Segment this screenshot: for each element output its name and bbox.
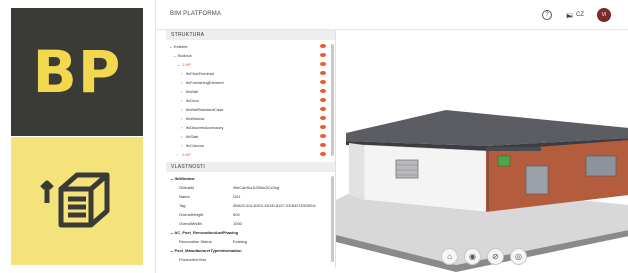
logo-dark-block: BP: [11, 8, 143, 136]
tree-item-label: Exteriér: [174, 44, 188, 49]
tree-item[interactable]: › IfcDoor: [166, 96, 328, 105]
tree-item[interactable]: › IfcDiscreteAccessory: [166, 123, 328, 132]
tree-item-label: IfcFlowTerminal: [186, 71, 214, 76]
property-group-label: IfcWindow: [174, 176, 195, 181]
visibility-eye-icon[interactable]: [320, 107, 326, 111]
property-group[interactable]: ⌄ AC_Pset_RenovationAndPhasing: [170, 228, 238, 237]
property-key: Renovation Status: [179, 239, 212, 244]
tree-item-label: IfcColumn: [186, 143, 205, 148]
selected-window[interactable]: [497, 155, 511, 167]
logo-text: BP: [32, 38, 122, 106]
tree-item[interactable]: › IfcFlowTerminal: [166, 69, 328, 78]
property-group-label: AC_Pset_RenovationAndPhasing: [174, 230, 239, 235]
user-avatar[interactable]: VI: [597, 8, 611, 22]
property-row: OverallHeight 500: [166, 210, 328, 219]
home-icon[interactable]: ⌂: [441, 248, 458, 265]
property-key: Name: [179, 194, 190, 199]
tree-item-label: 2.NP: [182, 152, 191, 157]
tree-scrollbar[interactable]: [331, 44, 334, 156]
property-key: OverallWidth: [179, 221, 202, 226]
side-panel: STRUKTURA ⌄ Exteriér ⌄ Budova ⌄ 1.NP › IfcFlowT…: [166, 30, 336, 268]
property-row: ProductionYear: [166, 255, 328, 264]
property-value: 1000: [233, 221, 242, 226]
property-group[interactable]: ⌄ Pset_ManufacturerTypeInformation: [170, 246, 242, 255]
property-value: O01: [233, 194, 241, 199]
property-group-label: Pset_ManufacturerTypeInformation: [174, 248, 242, 253]
model-viewer[interactable]: ⌂ ◉ ⊘ ◎: [336, 30, 628, 273]
tree-item[interactable]: › IfcFurnishingElement: [166, 78, 328, 87]
property-key: GlobalId: [179, 185, 194, 190]
property-row: OverallWidth 1000: [166, 219, 328, 228]
visibility-eye-icon[interactable]: [320, 116, 326, 120]
property-key: Tag: [179, 203, 186, 208]
logo-panel: BP: [0, 0, 150, 273]
property-row: GlobalId 0lleCabScrDJ05m3Cv2bg: [166, 183, 328, 192]
visibility-eye-icon[interactable]: [320, 98, 326, 102]
tree-item-label: IfcSlab: [186, 134, 199, 139]
properties-scrollbar[interactable]: [331, 176, 334, 262]
logo-yellow-block: [11, 137, 143, 265]
top-bar: BIM PLATFORMA ? CZ VI: [156, 0, 628, 30]
pergola: [486, 147, 541, 151]
building-model[interactable]: [336, 30, 628, 273]
tree-item-label: IfcWindow: [186, 116, 205, 121]
property-row: Name O01: [166, 192, 328, 201]
property-row: Renovation Status Existing: [166, 237, 328, 246]
visibility-eye-icon[interactable]: [320, 71, 326, 75]
visibility-eye-icon[interactable]: [320, 143, 326, 147]
tree-item-label: Budova: [178, 53, 192, 58]
property-value: Existing: [233, 239, 248, 244]
structure-header: STRUKTURA: [166, 30, 335, 40]
language-switcher[interactable]: CZ: [566, 10, 584, 20]
tree-item[interactable]: › IfcWall: [166, 87, 328, 96]
visibility-eye-icon[interactable]: [320, 134, 326, 138]
property-value: 0lleCabScrDJ05m3Cv2bg: [233, 185, 280, 190]
tree-item[interactable]: › IfcWindow: [166, 114, 328, 123]
visibility-eye-icon[interactable]: [320, 62, 326, 66]
target-icon[interactable]: ◎: [510, 248, 527, 265]
white-wall: [363, 144, 487, 213]
tree-item-label: IfcFurnishingElement: [186, 80, 224, 85]
tree-item-label: IfcDoor: [186, 98, 199, 103]
white-wall-side: [349, 143, 364, 200]
visibility-eye-icon[interactable]: [320, 44, 326, 48]
visibility-eye-icon[interactable]: [320, 80, 326, 84]
tree-item[interactable]: ⌄ Budova: [166, 51, 328, 60]
tree-item[interactable]: ⌄ 1.NP: [166, 60, 328, 69]
tree-item-label: IfcDiscreteAccessory: [186, 125, 224, 130]
tree-item[interactable]: › 2.NP: [166, 150, 328, 159]
visibility-eye-icon[interactable]: [320, 89, 326, 93]
structure-tree: ⌄ Exteriér ⌄ Budova ⌄ 1.NP › IfcFlowTerminal › If…: [166, 40, 335, 162]
eye-off-icon[interactable]: ⊘: [487, 248, 504, 265]
viewer-toolbar: ⌂ ◉ ⊘ ◎: [441, 248, 527, 265]
tree-item[interactable]: › IfcColumn: [166, 141, 328, 150]
tree-item-label: IfcWall: [186, 89, 198, 94]
language-label: CZ: [576, 12, 584, 18]
properties-list: ⌄ IfcWindow GlobalId 0lleCabScrDJ05m3Cv2bg…: [166, 172, 335, 268]
tree-item-label: 1.NP: [182, 62, 191, 67]
visibility-eye-icon[interactable]: [320, 152, 326, 156]
property-value: 0BA0C414-81E0-4D4D-8167-ED8321E50EEA: [233, 203, 316, 208]
visibility-eye-icon[interactable]: [320, 125, 326, 129]
app-window: BIM PLATFORMA ? CZ VI STRUKTURA ⌄ Exterié…: [155, 0, 628, 273]
eye-icon[interactable]: ◉: [464, 248, 481, 265]
properties-header: VLASTNOSTI: [166, 162, 335, 172]
property-row: Tag 0BA0C414-81E0-4D4D-8167-ED8321E50EEA: [166, 201, 328, 210]
tree-item[interactable]: › IfcWallStandardCase: [166, 105, 328, 114]
property-key: OverallHeight: [179, 212, 204, 217]
property-key: ProductionYear: [179, 257, 207, 262]
property-group[interactable]: ⌄ IfcWindow: [170, 174, 194, 183]
door: [525, 165, 549, 195]
window-2: [585, 155, 617, 177]
question-circle-icon[interactable]: ?: [542, 10, 552, 20]
building-list-icon: [40, 172, 110, 228]
tree-item[interactable]: ⌄ Exteriér: [166, 42, 328, 51]
czech-flag-icon: [566, 12, 573, 18]
app-title: BIM PLATFORMA: [170, 11, 222, 17]
tree-item[interactable]: › IfcSlab: [166, 132, 328, 141]
tree-item-label: IfcWallStandardCase: [186, 107, 224, 112]
visibility-eye-icon[interactable]: [320, 53, 326, 57]
property-value: 500: [233, 212, 240, 217]
